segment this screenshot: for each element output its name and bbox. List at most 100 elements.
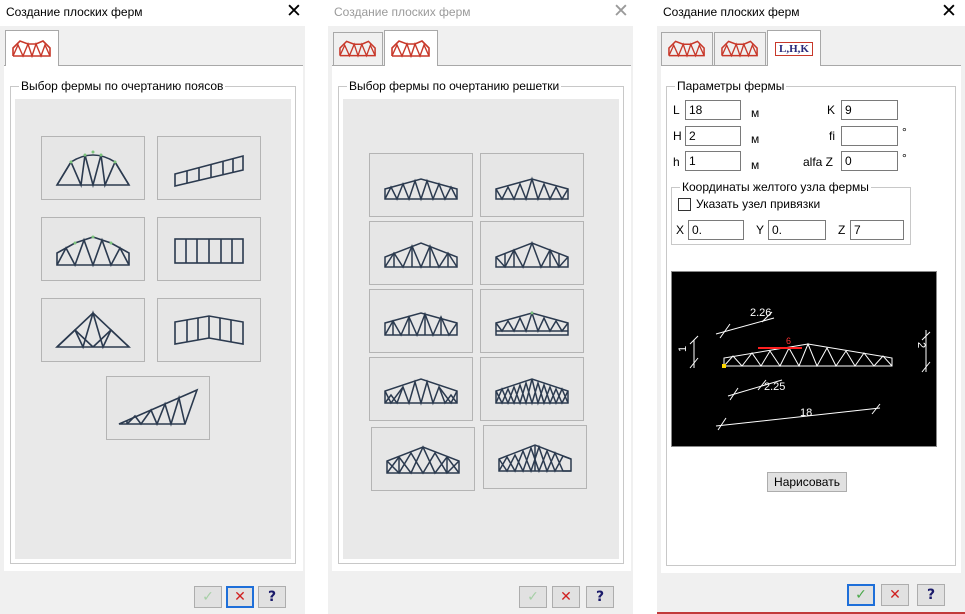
tab-panel: Выбор фермы по очертанию поясов <box>4 65 303 571</box>
lattice-truss-icon <box>498 444 572 474</box>
draw-button[interactable]: Нарисовать <box>767 472 847 492</box>
lattice-type-4[interactable] <box>480 221 584 285</box>
help-icon: ? <box>267 589 277 605</box>
check-icon: ✓ <box>527 589 539 605</box>
param-H-label: H <box>673 129 682 143</box>
param-L-input[interactable]: 18 <box>685 100 741 120</box>
tab-parameters[interactable]: L,H,K <box>767 30 821 66</box>
truss-type-rectangular[interactable] <box>157 217 261 281</box>
lattice-type-9[interactable] <box>371 427 475 491</box>
cancel-button[interactable]: ✕ <box>552 586 580 608</box>
lattice-gallery <box>343 99 619 559</box>
anchor-node-checkbox[interactable] <box>678 198 691 211</box>
truss-type-arch[interactable] <box>41 136 145 200</box>
coord-x-label: X <box>676 223 685 237</box>
check-icon: ✓ <box>202 589 214 605</box>
coord-z-label: Z <box>838 223 846 237</box>
truss-gallery <box>15 99 291 559</box>
truss-dialog-lattice-shape: Создание плоских ферм ✕ Выбор фермы по о… <box>328 0 633 614</box>
truss-dialog-chord-shape: Создание плоских ферм ✕ Выбор фермы по о… <box>0 0 305 614</box>
lattice-truss-icon <box>495 310 569 336</box>
lattice-type-1[interactable] <box>369 153 473 217</box>
param-alfaZ-label: alfa Z <box>803 155 834 169</box>
group-label: Выбор фермы по очертанию поясов <box>19 79 226 93</box>
param-alfaZ-unit: ° <box>902 151 907 165</box>
param-h-input[interactable]: 1 <box>685 151 741 171</box>
close-icon[interactable]: ✕ <box>286 0 302 22</box>
ok-button[interactable]: ✓ <box>519 586 547 608</box>
truss-type-polygonal[interactable] <box>41 217 145 281</box>
lattice-type-2[interactable] <box>480 153 584 217</box>
tab-lattice-shape[interactable] <box>384 30 438 66</box>
truss-dialog-parameters: Создание плоских ферм ✕ L,H,K Параметры … <box>657 0 965 614</box>
param-alfaZ-input[interactable]: 0 <box>841 151 898 171</box>
lattice-type-7[interactable] <box>369 357 473 421</box>
arch-truss-icon <box>55 150 131 188</box>
anchor-node-checkbox-label: Указать узел привязки <box>696 197 821 211</box>
param-K-input[interactable]: 9 <box>841 100 898 120</box>
lattice-truss-icon <box>384 311 458 337</box>
button-bar: ✓ ✕ ? <box>0 580 305 614</box>
coord-x-input[interactable]: 0. <box>688 220 744 240</box>
param-fi-label: fi <box>829 129 835 143</box>
truss-tab-icon <box>12 39 51 57</box>
lattice-type-10[interactable] <box>483 425 587 489</box>
group-label: Выбор фермы по очертанию решетки <box>347 79 562 93</box>
truss-parameters-group: Параметры фермы L 18 м H 2 м h 1 м K 9 f… <box>666 79 956 566</box>
truss-type-broken-rectangular[interactable] <box>157 298 261 362</box>
preview-red-label: 6 <box>786 336 791 346</box>
help-icon: ? <box>926 587 936 603</box>
preview-dim-5: 18 <box>800 407 812 419</box>
button-bar: ✓ ✕ ? <box>328 580 633 614</box>
param-fi-input[interactable] <box>841 126 898 146</box>
help-button[interactable]: ? <box>258 586 286 608</box>
lattice-type-8[interactable] <box>480 357 584 421</box>
truss-type-triangular[interactable] <box>41 298 145 362</box>
lattice-type-3[interactable] <box>369 221 473 285</box>
polygonal-truss-icon <box>56 235 130 268</box>
truss-type-inclined-parallel[interactable] <box>157 136 261 200</box>
dialog-title: Создание плоских ферм <box>6 5 143 19</box>
triangular-truss-icon <box>54 310 132 350</box>
lattice-type-6[interactable] <box>480 289 584 353</box>
truss-type-diagonal[interactable] <box>106 376 210 440</box>
coord-y-label: Y <box>756 223 765 237</box>
tab-chord-shape[interactable] <box>333 32 383 66</box>
lattice-truss-icon <box>384 178 458 202</box>
tab-chord-shape[interactable] <box>661 32 713 66</box>
param-h-label: h <box>673 155 680 169</box>
tab-lattice-shape[interactable] <box>714 32 766 66</box>
x-icon: ✕ <box>560 589 572 605</box>
x-icon: ✕ <box>889 587 901 603</box>
rectangular-truss-icon <box>174 238 244 264</box>
help-button[interactable]: ? <box>586 586 614 608</box>
lattice-truss-icon <box>495 378 569 406</box>
lattice-truss-icon <box>495 176 569 202</box>
param-L-unit: м <box>751 106 760 120</box>
ok-button[interactable]: ✓ <box>847 584 875 606</box>
cancel-button[interactable]: ✕ <box>226 586 254 608</box>
lattice-type-5[interactable] <box>369 289 473 353</box>
cancel-button[interactable]: ✕ <box>881 584 909 606</box>
lattice-tab-icon <box>721 40 758 57</box>
preview-dim-3: 2 <box>915 342 927 348</box>
check-icon: ✓ <box>855 587 867 603</box>
yellow-node-coords-group: Координаты желтого узла фермы Указать уз… <box>671 180 911 245</box>
truss-preview: 2.26 1 2 2.25 18 6 <box>671 271 937 447</box>
coord-y-input[interactable]: 0. <box>768 220 826 240</box>
close-icon[interactable]: ✕ <box>613 0 629 22</box>
close-icon[interactable]: ✕ <box>941 0 957 22</box>
help-button[interactable]: ? <box>917 584 945 606</box>
tab-chord-shape[interactable] <box>5 30 59 66</box>
ok-button[interactable]: ✓ <box>194 586 222 608</box>
lattice-shape-group: Выбор фермы по очертанию решетки <box>338 79 624 564</box>
x-icon: ✕ <box>234 589 246 605</box>
lattice-truss-icon <box>495 240 569 269</box>
coord-z-input[interactable]: 7 <box>850 220 904 240</box>
title-bar: Создание плоских ферм ✕ <box>328 0 633 26</box>
param-H-input[interactable]: 2 <box>685 126 741 146</box>
preview-dim-1: 2.26 <box>750 307 771 319</box>
group-label: Координаты желтого узла фермы <box>680 180 871 194</box>
group-label: Параметры фермы <box>675 79 787 93</box>
preview-dim-4: 2.25 <box>764 381 785 393</box>
